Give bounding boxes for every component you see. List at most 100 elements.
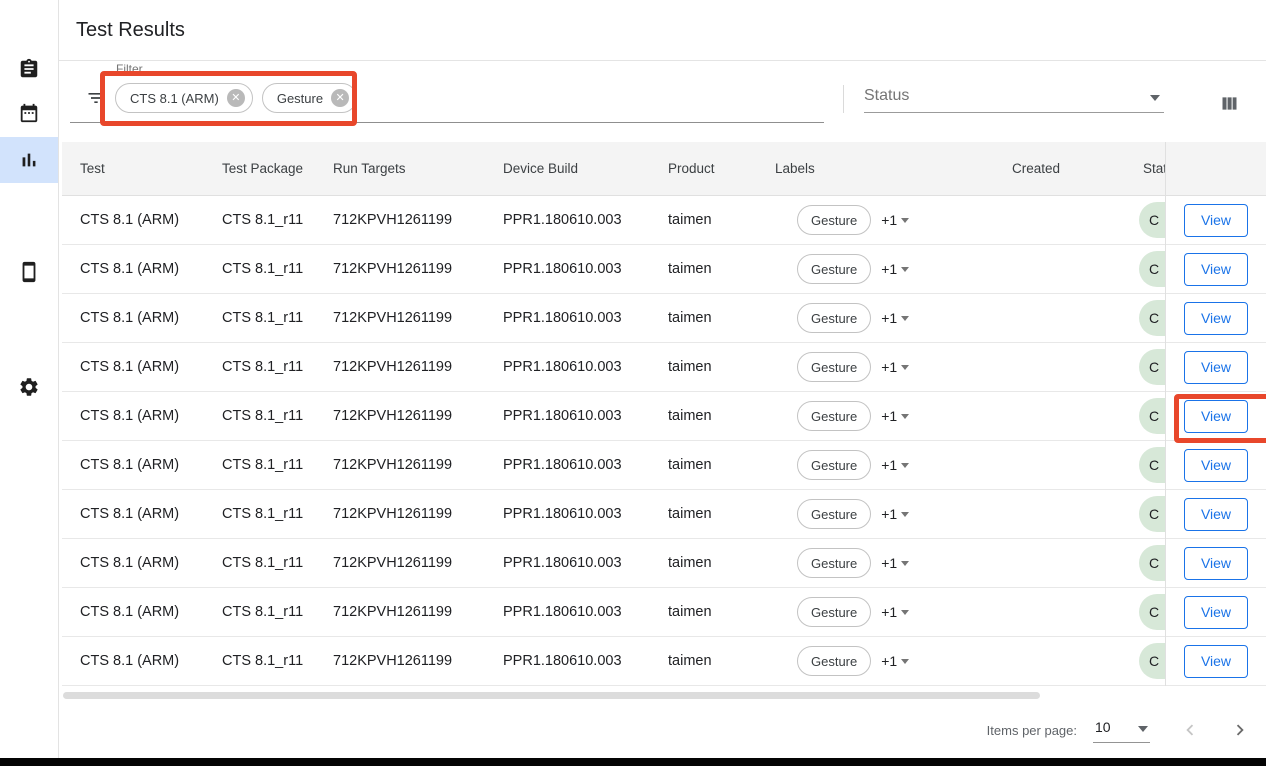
view-button[interactable]: View: [1184, 302, 1248, 335]
cell-status: C: [1125, 545, 1165, 581]
view-button[interactable]: View: [1184, 253, 1248, 286]
main-content: Test Results Filter CTS 8.1 (ARM) ✕ Gest…: [59, 0, 1266, 758]
action-cell: View: [1166, 441, 1266, 490]
action-cell: View: [1166, 343, 1266, 392]
label-chip: Gesture: [797, 352, 871, 382]
cell-status: C: [1125, 300, 1165, 336]
cell-labels: Gesture+1: [757, 205, 994, 235]
cell-test: CTS 8.1 (ARM): [62, 653, 204, 669]
status-chip: C: [1139, 251, 1165, 287]
action-cell: View: [1166, 392, 1266, 441]
table-row: CTS 8.1 (ARM)CTS 8.1_r11712KPVH1261199PP…: [62, 490, 1165, 539]
cell-status: C: [1125, 447, 1165, 483]
horizontal-scrollbar-thumb[interactable]: [63, 692, 1040, 699]
cell-status: C: [1125, 251, 1165, 287]
more-labels-toggle[interactable]: +1: [881, 604, 909, 620]
status-chip: C: [1139, 447, 1165, 483]
cell-test: CTS 8.1 (ARM): [62, 310, 204, 326]
status-chip: C: [1139, 349, 1165, 385]
more-labels-toggle[interactable]: +1: [881, 212, 909, 228]
gear-icon: [18, 376, 40, 398]
items-per-page-select[interactable]: 10: [1093, 717, 1150, 743]
cell-test: CTS 8.1 (ARM): [62, 261, 204, 277]
sidebar-item-schedule[interactable]: [0, 90, 58, 136]
more-labels-toggle[interactable]: +1: [881, 653, 909, 669]
sidebar-item-devices[interactable]: [0, 249, 58, 295]
label-chip: Gesture: [797, 303, 871, 333]
more-labels-toggle[interactable]: +1: [881, 408, 909, 424]
label-chip: Gesture: [797, 450, 871, 480]
bar-chart-icon: [18, 149, 40, 171]
more-labels-toggle[interactable]: +1: [881, 310, 909, 326]
sidebar-item-tests[interactable]: [0, 46, 58, 92]
action-cell: View: [1166, 539, 1266, 588]
cell-labels: Gesture+1: [757, 254, 994, 284]
table-row: CTS 8.1 (ARM)CTS 8.1_r11712KPVH1261199PP…: [62, 392, 1165, 441]
column-settings-button[interactable]: [1216, 90, 1242, 116]
table-row: CTS 8.1 (ARM)CTS 8.1_r11712KPVH1261199PP…: [62, 245, 1165, 294]
label-chip: Gesture: [797, 401, 871, 431]
page-title: Test Results: [76, 19, 185, 42]
close-icon[interactable]: ✕: [331, 89, 349, 107]
more-labels-toggle[interactable]: +1: [881, 261, 909, 277]
cell-labels: Gesture +1: [757, 352, 994, 382]
more-labels-toggle[interactable]: +1: [881, 359, 909, 375]
cell-device-build: PPR1.180610.003: [485, 506, 650, 522]
cell-status: C: [1125, 496, 1165, 532]
column-header-created: Created: [994, 161, 1125, 176]
cell-labels: Gesture +1: [757, 548, 994, 578]
table-row: CTS 8.1 (ARM)CTS 8.1_r11712KPVH1261199PP…: [62, 637, 1165, 686]
page-header: Test Results: [59, 0, 1266, 61]
column-header-labels: Labels: [757, 161, 994, 176]
action-cell: View: [1166, 196, 1266, 245]
chevron-down-icon: [901, 512, 909, 517]
chevron-down-icon: [901, 414, 909, 419]
view-button[interactable]: View: [1184, 204, 1248, 237]
column-header-status: Status: [1125, 161, 1165, 176]
sidebar-item-settings[interactable]: [0, 364, 58, 410]
label-chip: Gesture: [797, 548, 871, 578]
next-page-button[interactable]: [1226, 716, 1254, 744]
filter-chip: CTS 8.1 (ARM) ✕: [115, 83, 253, 113]
cell-product: taimen: [650, 604, 757, 620]
more-labels-toggle[interactable]: +1: [881, 506, 909, 522]
cell-run-targets: 712KPVH1261199: [315, 261, 485, 277]
cell-status: C: [1125, 349, 1165, 385]
previous-page-button[interactable]: [1176, 716, 1204, 744]
cell-labels: Gesture+1: [757, 646, 994, 676]
cell-product: taimen: [650, 653, 757, 669]
view-button[interactable]: View: [1184, 498, 1248, 531]
results-table: Test Test Package Run Targets Device Bui…: [62, 142, 1266, 686]
cell-product: taimen: [650, 555, 757, 571]
cell-test-package: CTS 8.1_r11: [204, 261, 315, 277]
cell-status: C: [1125, 643, 1165, 679]
status-chip: C: [1139, 545, 1165, 581]
table-row: CTS 8.1 (ARM)CTS 8.1_r11712KPVH1261199PP…: [62, 539, 1165, 588]
cell-product: taimen: [650, 408, 757, 424]
table-action-column: View View View View View View View View View View: [1165, 142, 1266, 686]
view-columns-icon: [1219, 93, 1240, 114]
more-labels-toggle[interactable]: +1: [881, 555, 909, 571]
view-button[interactable]: View: [1184, 547, 1248, 580]
cell-test: CTS 8.1 (ARM): [62, 555, 204, 571]
status-chip: C: [1139, 398, 1165, 434]
pagination-bar: Items per page: 10: [59, 708, 1266, 752]
view-button[interactable]: View: [1184, 400, 1248, 433]
sidebar-item-test-results[interactable]: [0, 137, 58, 183]
cell-test-package: CTS 8.1_r11: [204, 408, 315, 424]
cell-test-package: CTS 8.1_r11: [204, 653, 315, 669]
cell-device-build: PPR1.180610.003: [485, 212, 650, 228]
more-labels-toggle[interactable]: +1: [881, 457, 909, 473]
cell-status: C: [1125, 594, 1165, 630]
close-icon[interactable]: ✕: [227, 89, 245, 107]
view-button[interactable]: View: [1184, 596, 1248, 629]
view-button[interactable]: View: [1184, 449, 1248, 482]
status-select[interactable]: Status: [864, 87, 1164, 113]
filter-chip-label: Gesture: [277, 91, 323, 106]
view-button[interactable]: View: [1184, 351, 1248, 384]
view-button[interactable]: View: [1184, 645, 1248, 678]
filter-input[interactable]: [70, 122, 824, 123]
filter-chip: Gesture ✕: [262, 83, 357, 113]
action-cell: View: [1166, 294, 1266, 343]
cell-product: taimen: [650, 359, 757, 375]
